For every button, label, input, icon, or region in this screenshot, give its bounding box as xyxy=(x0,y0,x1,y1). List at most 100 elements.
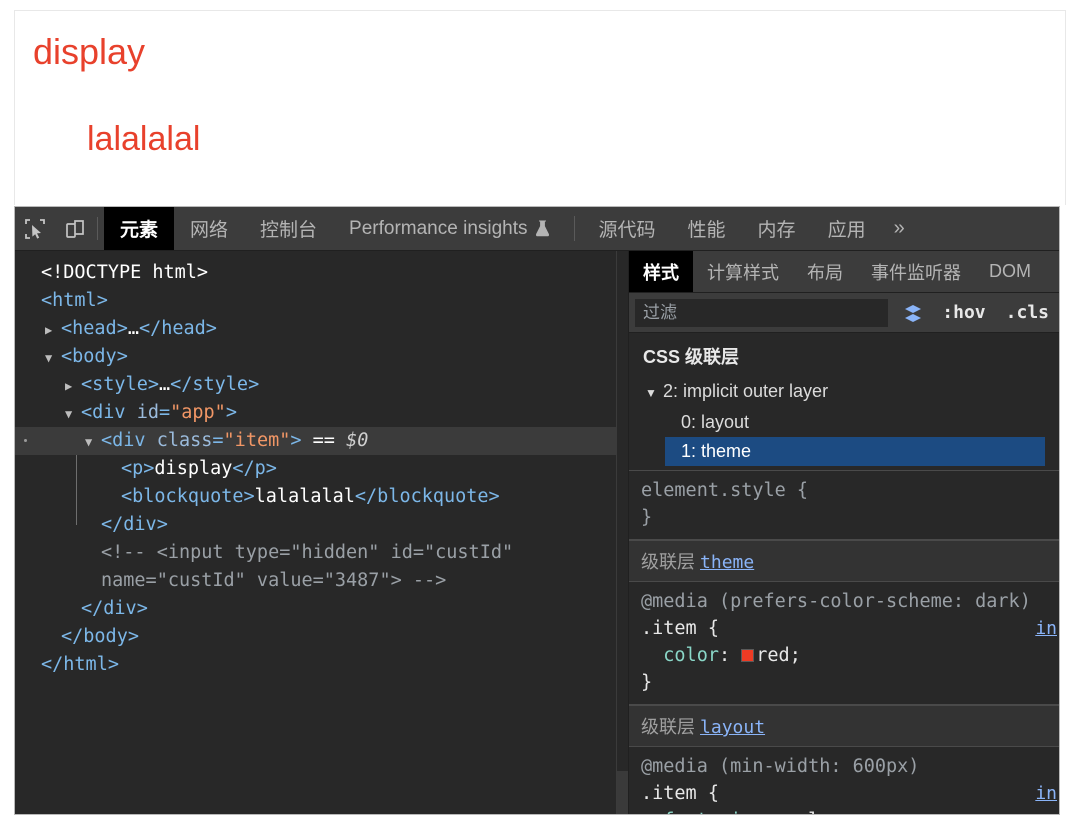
dom-tree-row[interactable]: ▼ <div id="app"> xyxy=(15,399,616,427)
tab-layout[interactable]: 布局 xyxy=(793,251,857,292)
chevron-down-icon[interactable]: ▼ xyxy=(645,379,663,408)
dom-tree-row[interactable]: </div> xyxy=(15,511,616,539)
styles-filter-bar: :hov .cls xyxy=(629,293,1059,333)
rule-header-theme: 级联层 theme xyxy=(629,540,1059,582)
cascade-layer-link-theme[interactable]: theme xyxy=(700,552,754,573)
chevron-right-icon[interactable]: ▶ xyxy=(65,372,81,400)
tab-memory-label: 内存 xyxy=(757,220,796,241)
tab-event-listeners[interactable]: 事件监听器 xyxy=(857,251,975,292)
dom-tree-row[interactable]: </html> xyxy=(15,651,616,679)
tab-network[interactable]: 网络 xyxy=(174,207,244,250)
cascade-layers-icon[interactable] xyxy=(900,300,926,326)
tab-application[interactable]: 应用 xyxy=(812,207,882,250)
color-swatch[interactable] xyxy=(741,649,755,662)
cascade-layers-title: CSS 级联层 xyxy=(643,347,740,367)
cascade-layer-prefix: 级联层 xyxy=(641,552,695,572)
rule-element-style[interactable]: element.style { } xyxy=(629,471,1059,540)
dom-node-markup: </html> xyxy=(41,654,119,675)
tab-performance-label: 性能 xyxy=(687,220,726,241)
tab-console-label: 控制台 xyxy=(260,220,318,241)
tab-elements-label: 元素 xyxy=(120,220,159,241)
inspect-element-icon[interactable] xyxy=(15,207,55,250)
rule-selector: .item { xyxy=(641,783,719,804)
cascade-layer-row-theme[interactable]: 1: theme xyxy=(665,437,1045,466)
rule-theme-item[interactable]: in @media (prefers-color-scheme: dark) .i… xyxy=(629,582,1059,705)
dom-tree[interactable]: <!DOCTYPE html> <html> ▶ <head>…</head> ▼ <bo… xyxy=(15,251,616,679)
rule-layout-item[interactable]: in @media (min-width: 600px) .item { font… xyxy=(629,747,1059,814)
dom-tree-row[interactable]: <html> xyxy=(15,287,616,315)
rule-close-brace: } xyxy=(641,672,653,693)
flask-icon xyxy=(535,220,550,237)
dom-tree-row[interactable]: </body> xyxy=(15,623,616,651)
toolbar-divider xyxy=(97,217,98,240)
dom-tree-row[interactable]: <!-- <input type="hidden" id="custId" xyxy=(15,539,616,567)
dom-node-markup: <body> xyxy=(61,346,128,367)
tab-styles[interactable]: 样式 xyxy=(629,251,693,292)
screenshot-root: display lalalalal 元素 网络 控制台 Performance … xyxy=(0,0,1080,834)
tab-elements[interactable]: 元素 xyxy=(104,207,175,250)
toolbar-group-divider xyxy=(573,216,575,241)
tab-styles-label: 样式 xyxy=(643,262,679,283)
tab-performance-insights[interactable]: Performance insights xyxy=(333,207,565,250)
chevron-down-icon[interactable]: ▼ xyxy=(45,344,61,372)
dom-node-markup: <!-- <input type="hidden" id="custId" xyxy=(101,542,514,563)
dom-node-markup: </div> xyxy=(81,598,148,619)
dom-node-markup: <p>display</p> xyxy=(121,458,277,479)
declaration-value[interactable]: red xyxy=(756,645,789,666)
cascade-layer-link-layout[interactable]: layout xyxy=(700,717,765,738)
declaration-value[interactable]: x-large xyxy=(786,810,864,814)
pseudo-state-button[interactable]: :hov xyxy=(938,302,989,323)
dom-node-markup: <div class="item"> == $0 xyxy=(101,430,369,451)
rule-origin-link[interactable]: in xyxy=(1035,780,1057,807)
styles-pane: 样式 计算样式 布局 事件监听器 DOM 过滤:hov .cls CSS 级联… xyxy=(629,251,1059,814)
chevron-right-icon[interactable]: ▶ xyxy=(45,316,61,344)
element-class-button[interactable]: .cls xyxy=(1002,302,1053,323)
cascade-layer-label: 1: theme xyxy=(681,441,752,461)
page-preview: display lalalalal xyxy=(14,10,1066,205)
dom-node-markup: name="custId" value="3487"> --> xyxy=(101,570,447,591)
preview-paragraph: display xyxy=(33,31,146,72)
dom-tree-pane[interactable]: <!DOCTYPE html> <html> ▶ <head>…</head> ▼ <bo… xyxy=(15,251,616,814)
dom-tree-row[interactable]: name="custId" value="3487"> --> xyxy=(15,567,616,595)
tab-layout-label: 布局 xyxy=(807,262,843,283)
dom-tree-row[interactable]: ▶ <head>…</head> xyxy=(15,315,616,343)
tab-dom-breakpoints[interactable]: DOM xyxy=(975,251,1045,292)
device-toolbar-icon[interactable] xyxy=(55,207,95,250)
pane-splitter[interactable] xyxy=(616,251,629,814)
cascade-layer-prefix: 级联层 xyxy=(641,717,695,737)
rule-media-query: @media (prefers-color-scheme: dark) xyxy=(641,591,1031,612)
cascade-layers-section: CSS 级联层 ▼ 2: implicit outer layer 0: layo… xyxy=(629,333,1059,471)
tab-memory[interactable]: 内存 xyxy=(742,207,812,250)
filter-input[interactable] xyxy=(635,298,889,327)
dom-tree-row[interactable]: ▼ <div class="item"> == $0 xyxy=(15,427,616,455)
dom-tree-row[interactable]: <!DOCTYPE html> xyxy=(15,259,616,287)
devtools-panes: <!DOCTYPE html> <html> ▶ <head>…</head> ▼ <bo… xyxy=(15,251,1059,814)
tab-sources-label: 源代码 xyxy=(598,220,656,241)
tab-dom-breakpoints-label: DOM xyxy=(989,261,1031,281)
tab-performance[interactable]: 性能 xyxy=(672,207,742,250)
chevron-down-icon[interactable]: ▼ xyxy=(85,428,101,456)
dom-tree-row[interactable]: <p>display</p> xyxy=(15,455,616,483)
dom-tree-row[interactable]: </div> xyxy=(15,595,616,623)
dom-node-markup: </body> xyxy=(61,626,139,647)
tab-application-label: 应用 xyxy=(827,220,866,241)
dom-tree-row[interactable]: ▼ <body> xyxy=(15,343,616,371)
dom-node-markup: <blockquote>lalalalal</blockquote> xyxy=(121,486,500,507)
dom-node-markup: <html> xyxy=(41,290,108,311)
dom-node-markup: <head>…</head> xyxy=(61,318,217,339)
tab-computed-label: 计算样式 xyxy=(707,262,779,283)
tab-computed[interactable]: 计算样式 xyxy=(693,251,793,292)
dom-tree-row[interactable]: ▶ <style>…</style> xyxy=(15,371,616,399)
rule-origin-link[interactable]: in xyxy=(1035,615,1057,642)
declaration-property[interactable]: font-size xyxy=(663,810,763,814)
declaration-property[interactable]: color xyxy=(663,645,719,666)
dom-tree-row[interactable]: <blockquote>lalalalal</blockquote> xyxy=(15,483,616,511)
tab-sources[interactable]: 源代码 xyxy=(583,207,672,250)
cascade-layer-row-outer[interactable]: ▼ 2: implicit outer layer xyxy=(643,377,1045,408)
cascade-layer-row-layout[interactable]: 0: layout xyxy=(643,408,1045,437)
tab-performance-insights-label: Performance insights xyxy=(349,217,528,239)
more-tabs-button[interactable]: » xyxy=(882,207,917,250)
tab-console[interactable]: 控制台 xyxy=(244,207,333,250)
chevron-down-icon[interactable]: ▼ xyxy=(65,400,81,428)
rule-selector: .item { xyxy=(641,618,719,639)
